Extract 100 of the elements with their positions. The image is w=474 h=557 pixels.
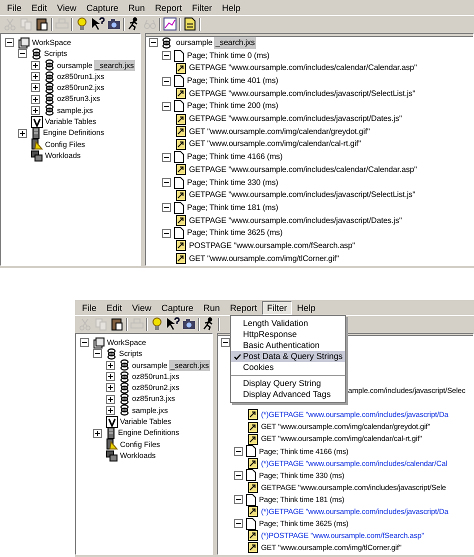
- request-label[interactable]: GET "www.oursample.com/img/tlCorner.gif": [189, 252, 340, 265]
- expand-toggle[interactable]: [31, 60, 40, 70]
- expand-toggle[interactable]: [234, 519, 243, 528]
- request-label[interactable]: GET "www.oursample.com/img/calendar/cal-rt.gif": [189, 138, 361, 150]
- menu-item[interactable]: Edit: [102, 300, 128, 314]
- menu-item[interactable]: Run: [123, 0, 150, 14]
- document-arrow-icon: [176, 240, 186, 252]
- request-label[interactable]: GETPAGE "www.oursample.com/includes/javascript/SelectList.js": [189, 88, 416, 100]
- menu-item[interactable]: Edit: [26, 0, 52, 14]
- menu-option[interactable]: Display Advanced Tags: [231, 389, 345, 400]
- request-label[interactable]: GETPAGE "www.oursample.com/includes/javascript/Dates.js": [189, 214, 402, 227]
- clipboard-icon[interactable]: [34, 16, 50, 32]
- menu-item[interactable]: Help: [216, 0, 246, 14]
- menu-item[interactable]: File: [77, 300, 102, 314]
- expand-toggle[interactable]: [18, 49, 27, 58]
- page-label[interactable]: Page; Think time 3625 (ms): [187, 227, 283, 240]
- camera-icon[interactable]: [181, 316, 197, 332]
- document-arrow-icon: [248, 542, 258, 554]
- expand-toggle[interactable]: [106, 383, 115, 392]
- menu-item[interactable]: Capture: [156, 300, 198, 314]
- page-icon: [174, 227, 184, 240]
- selected-label[interactable]: _search.jxs: [214, 36, 256, 49]
- menu-option[interactable]: Length Validation: [231, 318, 345, 329]
- expand-toggle[interactable]: [162, 152, 171, 162]
- expand-toggle[interactable]: [162, 76, 171, 86]
- expand-toggle[interactable]: [31, 72, 40, 82]
- expand-toggle[interactable]: [93, 349, 102, 358]
- document-arrow-icon: [176, 88, 186, 100]
- page-label[interactable]: Page; Think time 200 (ms): [187, 100, 278, 112]
- stack-icon: [106, 450, 118, 462]
- chain-icon: [31, 48, 42, 60]
- expand-toggle[interactable]: [234, 446, 243, 456]
- menu-item[interactable]: Filter: [262, 300, 292, 314]
- document-arrow-icon: [176, 138, 186, 150]
- menu-item[interactable]: Capture: [81, 0, 124, 14]
- chain-icon: [161, 36, 172, 49]
- page-label[interactable]: Page; Think time 181 (ms): [187, 202, 278, 214]
- menu-option[interactable]: Cookies: [231, 362, 345, 373]
- expand-toggle[interactable]: [162, 102, 171, 111]
- expand-toggle[interactable]: [162, 51, 171, 60]
- menu-item[interactable]: Help: [292, 300, 320, 314]
- request-label[interactable]: GETPAGE "www.oursample.com/includes/javascript/SelectList.js": [189, 189, 416, 202]
- pointer-help-icon[interactable]: [90, 16, 106, 32]
- expand-toggle[interactable]: [93, 428, 102, 438]
- menu-item[interactable]: Run: [198, 300, 225, 314]
- expand-toggle[interactable]: [221, 338, 230, 347]
- document-arrow-icon: [176, 215, 186, 226]
- tree-item-label[interactable]: oursample: [175, 36, 214, 49]
- chain-icon: [119, 359, 130, 372]
- chain-icon: [119, 393, 130, 406]
- expand-toggle[interactable]: [80, 338, 89, 348]
- menu-option[interactable]: HttpResponse: [231, 329, 345, 340]
- expand-toggle[interactable]: [162, 178, 171, 188]
- clipboard-icon[interactable]: [109, 316, 125, 332]
- expand-toggle[interactable]: [106, 394, 115, 404]
- page-label[interactable]: Page; Think time 330 (ms): [187, 176, 278, 189]
- menu-option[interactable]: Basic Authentication: [231, 340, 345, 351]
- request-label[interactable]: GETPAGE "www.oursample.com/includes/calendar/Calendar.asp": [189, 62, 417, 74]
- request-label[interactable]: GETPAGE "www.oursample.com/includes/calendar/Calendar.asp": [189, 164, 417, 176]
- expand-toggle[interactable]: [162, 203, 171, 212]
- menu-item[interactable]: Report: [150, 0, 187, 14]
- page-icon: [174, 176, 184, 189]
- document-arrow-icon: [176, 126, 186, 138]
- expand-toggle[interactable]: [31, 106, 40, 115]
- menu-item[interactable]: Filter: [186, 0, 217, 14]
- menu-item[interactable]: File: [2, 0, 27, 14]
- menu-item[interactable]: View: [127, 300, 156, 314]
- chain-icon: [119, 370, 130, 383]
- chain-icon: [106, 348, 117, 360]
- chain-icon: [119, 382, 130, 394]
- request-label[interactable]: POSTPAGE "www.oursample.com/fSearch.asp": [189, 240, 356, 252]
- expand-toggle[interactable]: [106, 360, 115, 370]
- expand-toggle[interactable]: [106, 372, 115, 382]
- request-label[interactable]: GETPAGE "www.oursample.com/includes/javascript/Dates.js": [189, 113, 402, 126]
- expand-toggle[interactable]: [5, 38, 14, 48]
- chart-icon[interactable]: [162, 16, 178, 32]
- document-arrow-icon: [248, 458, 258, 469]
- expand-toggle[interactable]: [18, 128, 27, 138]
- expand-toggle[interactable]: [234, 470, 243, 480]
- page-label[interactable]: Page; Think time 0 (ms): [187, 50, 270, 62]
- expand-toggle[interactable]: [162, 228, 171, 238]
- menu-option[interactable]: Display Query String: [231, 378, 345, 389]
- camera-icon[interactable]: [106, 16, 122, 32]
- document-arrow-icon: [176, 164, 186, 176]
- report-icon[interactable]: [182, 16, 198, 32]
- expand-toggle[interactable]: [31, 94, 40, 104]
- expand-toggle[interactable]: [31, 83, 40, 92]
- menu-item[interactable]: View: [52, 0, 82, 14]
- page-label[interactable]: Page; Think time 4166 (ms): [187, 151, 283, 164]
- page-label[interactable]: Page; Think time 401 (ms): [187, 75, 278, 88]
- menu-option[interactable]: Post Data & Query Strings: [231, 351, 345, 362]
- menu-item[interactable]: Report: [224, 300, 262, 314]
- expand-toggle[interactable]: [149, 38, 158, 48]
- page-icon: [246, 494, 256, 506]
- chain-icon: [119, 404, 130, 416]
- pointer-help-icon[interactable]: [165, 316, 181, 332]
- chain-icon: [44, 82, 55, 94]
- request-label[interactable]: GET "www.oursample.com/img/calendar/greydot.gif": [189, 126, 370, 138]
- expand-toggle[interactable]: [234, 495, 243, 504]
- expand-toggle[interactable]: [106, 406, 115, 415]
